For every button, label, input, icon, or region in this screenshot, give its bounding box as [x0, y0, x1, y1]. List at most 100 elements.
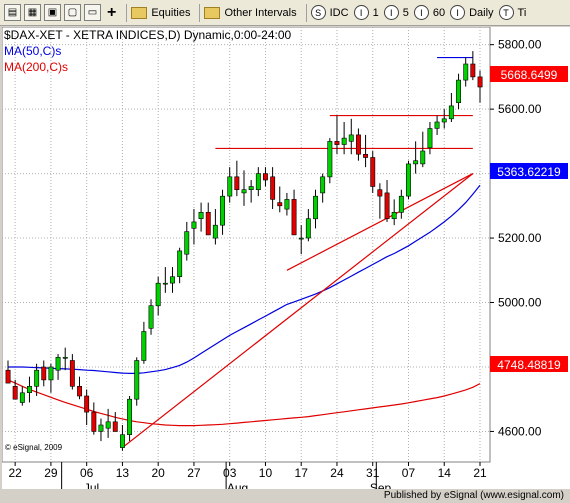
candle-body — [177, 250, 183, 277]
candle-body — [334, 141, 340, 145]
x-tick-label: 22 — [8, 466, 22, 480]
candle-body — [420, 150, 426, 165]
candle-body — [227, 176, 233, 197]
x-tick-label: 20 — [152, 466, 166, 480]
candle-body — [370, 157, 376, 187]
candle-body — [212, 224, 218, 239]
candle-body — [377, 189, 383, 197]
candle-body — [320, 176, 326, 194]
candle-body — [262, 173, 268, 181]
candle-body — [341, 137, 347, 145]
ma50-legend: MA(50,C)s — [4, 44, 61, 58]
ma200-value-badge: 4748.48819 — [490, 356, 568, 372]
extra-interval-button[interactable]: Ti — [518, 7, 527, 19]
candle-body — [91, 411, 97, 432]
i-circle-icon[interactable]: I — [413, 5, 429, 20]
layout-icon[interactable]: ▣ — [44, 4, 61, 21]
y-tick-label: 5000.00 — [498, 296, 542, 310]
x-tick-label: 29 — [44, 466, 58, 480]
daily-button[interactable]: Daily — [469, 7, 493, 19]
candle-body — [248, 186, 254, 191]
candle-body — [198, 212, 204, 220]
page-icon[interactable]: ▭ — [84, 4, 101, 21]
candle-body — [12, 385, 18, 400]
candle-body — [391, 212, 397, 220]
candle-body — [463, 63, 469, 81]
separator — [199, 3, 201, 22]
candle-body — [363, 154, 368, 158]
month-label: Aug — [227, 481, 248, 489]
candle-body — [77, 385, 83, 397]
toolbar: ▤ ▦ ▣ ▢ ▭ + Equities Other Intervals S I… — [0, 0, 570, 26]
window-icon[interactable]: ▢ — [64, 4, 81, 21]
candle-body — [241, 189, 247, 194]
candle-body — [105, 421, 111, 429]
folder-icon[interactable] — [131, 6, 148, 19]
interval-60-button[interactable]: 60 — [433, 7, 445, 19]
candle-body — [448, 105, 454, 120]
candle-body — [234, 176, 240, 191]
chart-icon[interactable]: ▤ — [4, 4, 21, 21]
candle-body — [127, 398, 133, 436]
y-tick-label: 5600.00 — [498, 102, 542, 116]
i-circle-icon[interactable]: I — [383, 5, 399, 20]
x-tick-label: 21 — [473, 466, 487, 480]
month-label: Jul — [84, 481, 99, 489]
x-tick-label: 27 — [187, 466, 201, 480]
ma200-value: 4748.48819 — [497, 358, 561, 372]
candle-body — [384, 192, 390, 219]
candle-body — [141, 331, 147, 361]
y-tick-label: 4600.00 — [498, 424, 542, 438]
separator — [126, 3, 128, 22]
add-icon[interactable]: + — [107, 4, 116, 21]
candle-body — [34, 369, 40, 387]
candle-body — [191, 221, 197, 229]
candle-body — [112, 421, 118, 432]
last-price-value: 5668.6499 — [501, 68, 558, 82]
folder-icon[interactable] — [204, 6, 221, 19]
grid-icon[interactable]: ▦ — [24, 4, 41, 21]
published-by-text: Published by eSignal (www.esignal.com) — [383, 490, 564, 501]
candle-body — [48, 366, 54, 381]
idc-button[interactable]: IDC — [330, 7, 349, 19]
candle-body — [184, 231, 190, 255]
candle-body — [413, 160, 419, 165]
candle-body — [441, 118, 447, 123]
candle-body — [162, 282, 168, 285]
candle-body — [470, 63, 476, 78]
equities-button[interactable]: Equities — [151, 7, 190, 19]
interval-5-button[interactable]: 5 — [403, 7, 409, 19]
candle-body — [277, 202, 283, 207]
candle-body — [434, 121, 440, 129]
candle-body — [148, 305, 154, 329]
ma200-legend: MA(200,C)s — [4, 60, 68, 74]
x-tick-label: 13 — [116, 466, 130, 480]
x-tick-label: 24 — [330, 466, 344, 480]
separator — [305, 3, 307, 22]
plot-area — [2, 27, 491, 463]
candle-body — [5, 369, 11, 384]
x-tick-label: 31 — [366, 466, 380, 480]
t-circle-icon[interactable]: T — [498, 5, 514, 20]
candle-body — [255, 173, 261, 191]
candle-body — [327, 141, 333, 178]
interval-1-button[interactable]: 1 — [373, 7, 379, 19]
i-circle-icon[interactable]: I — [353, 5, 369, 20]
x-tick-label: 17 — [295, 466, 309, 480]
candle-body — [84, 395, 90, 413]
y-tick-label: 5200.00 — [498, 231, 542, 245]
candle-body — [427, 128, 433, 149]
price-chart[interactable]: 5800.005600.005400.005200.005000.004800.… — [2, 27, 570, 489]
other-intervals-button[interactable]: Other Intervals — [224, 7, 296, 19]
x-tick-label: 06 — [80, 466, 94, 480]
copyright-text: © eSignal, 2009 — [5, 443, 63, 452]
x-tick-label: 03 — [223, 466, 237, 480]
candle-body — [120, 434, 125, 448]
candle-body — [284, 199, 290, 210]
i-circle-icon[interactable]: I — [450, 5, 466, 20]
candle-body — [298, 237, 304, 240]
s-circle-icon[interactable]: S — [310, 5, 326, 20]
candle-body — [26, 385, 32, 393]
x-tick-label: 10 — [259, 466, 273, 480]
chart-title: $DAX-XET - XETRA INDICES,D) Dynamic,0:00… — [4, 28, 292, 42]
